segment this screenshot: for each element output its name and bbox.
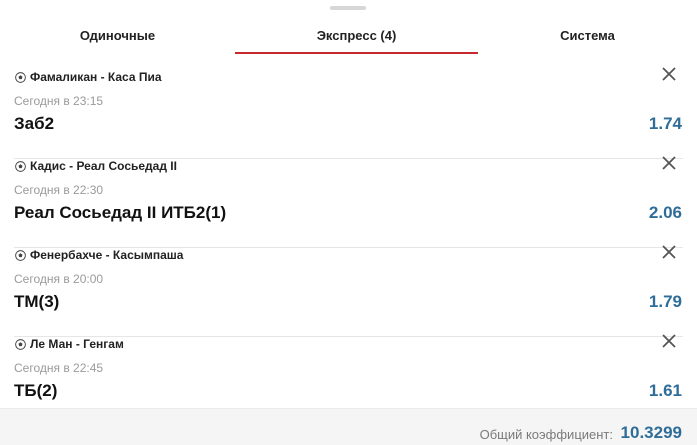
match-name: Фенербахче - Касымпаша bbox=[30, 248, 184, 262]
bet-outcome: ТМ(3) bbox=[14, 292, 60, 311]
match-name: Ле Ман - Генгам bbox=[30, 337, 124, 351]
bet-type-tabs: Одиночные Экспресс (4) Система bbox=[0, 22, 697, 54]
match-name: Кадис - Реал Сосьедад II bbox=[30, 159, 177, 173]
match-time: Сегодня в 22:30 bbox=[14, 183, 104, 197]
match-title: Фамаликан - Каса Пиа bbox=[15, 70, 162, 84]
match-time: Сегодня в 22:45 bbox=[14, 361, 104, 375]
soccer-ball-icon bbox=[15, 338, 26, 350]
close-icon[interactable] bbox=[659, 64, 679, 84]
match-title: Фенербахче - Касымпаша bbox=[15, 248, 183, 262]
bet-odds: 2.06 bbox=[648, 203, 682, 222]
bet-item: Фамаликан - Каса Пиа Сегодня в 23:15 Заб… bbox=[0, 67, 697, 159]
tab-system[interactable]: Система bbox=[478, 22, 697, 52]
total-odds-value: 10.3299 bbox=[620, 423, 682, 442]
bet-odds: 1.74 bbox=[648, 114, 682, 133]
close-icon[interactable] bbox=[659, 153, 679, 173]
bet-item: Кадис - Реал Сосьедад II Сегодня в 22:30… bbox=[0, 156, 697, 248]
coupon-footer: Общий коэффициент: 10.3299 bbox=[0, 408, 697, 445]
tab-express[interactable]: Экспресс (4) bbox=[235, 22, 478, 54]
total-odds-label: Общий коэффициент: bbox=[479, 427, 613, 442]
close-icon[interactable] bbox=[659, 242, 679, 262]
match-time: Сегодня в 20:00 bbox=[14, 272, 104, 286]
bet-odds: 1.79 bbox=[648, 292, 682, 311]
match-title: Ле Ман - Генгам bbox=[15, 337, 124, 351]
close-icon[interactable] bbox=[659, 331, 679, 351]
bet-outcome: Заб2 bbox=[14, 114, 55, 133]
soccer-ball-icon bbox=[15, 160, 26, 172]
bet-outcome: ТБ(2) bbox=[14, 381, 58, 400]
match-title: Кадис - Реал Сосьедад II bbox=[15, 159, 177, 173]
bet-outcome: Реал Сосьедад II ИТБ2(1) bbox=[14, 203, 227, 222]
bet-item: Фенербахче - Касымпаша Сегодня в 20:00 Т… bbox=[0, 245, 697, 337]
bet-odds: 1.61 bbox=[648, 381, 682, 400]
tab-single[interactable]: Одиночные bbox=[0, 22, 235, 52]
match-name: Фамаликан - Каса Пиа bbox=[30, 70, 162, 84]
match-time: Сегодня в 23:15 bbox=[14, 94, 104, 108]
soccer-ball-icon bbox=[15, 249, 26, 261]
drag-handle[interactable] bbox=[330, 6, 366, 10]
soccer-ball-icon bbox=[15, 71, 26, 83]
